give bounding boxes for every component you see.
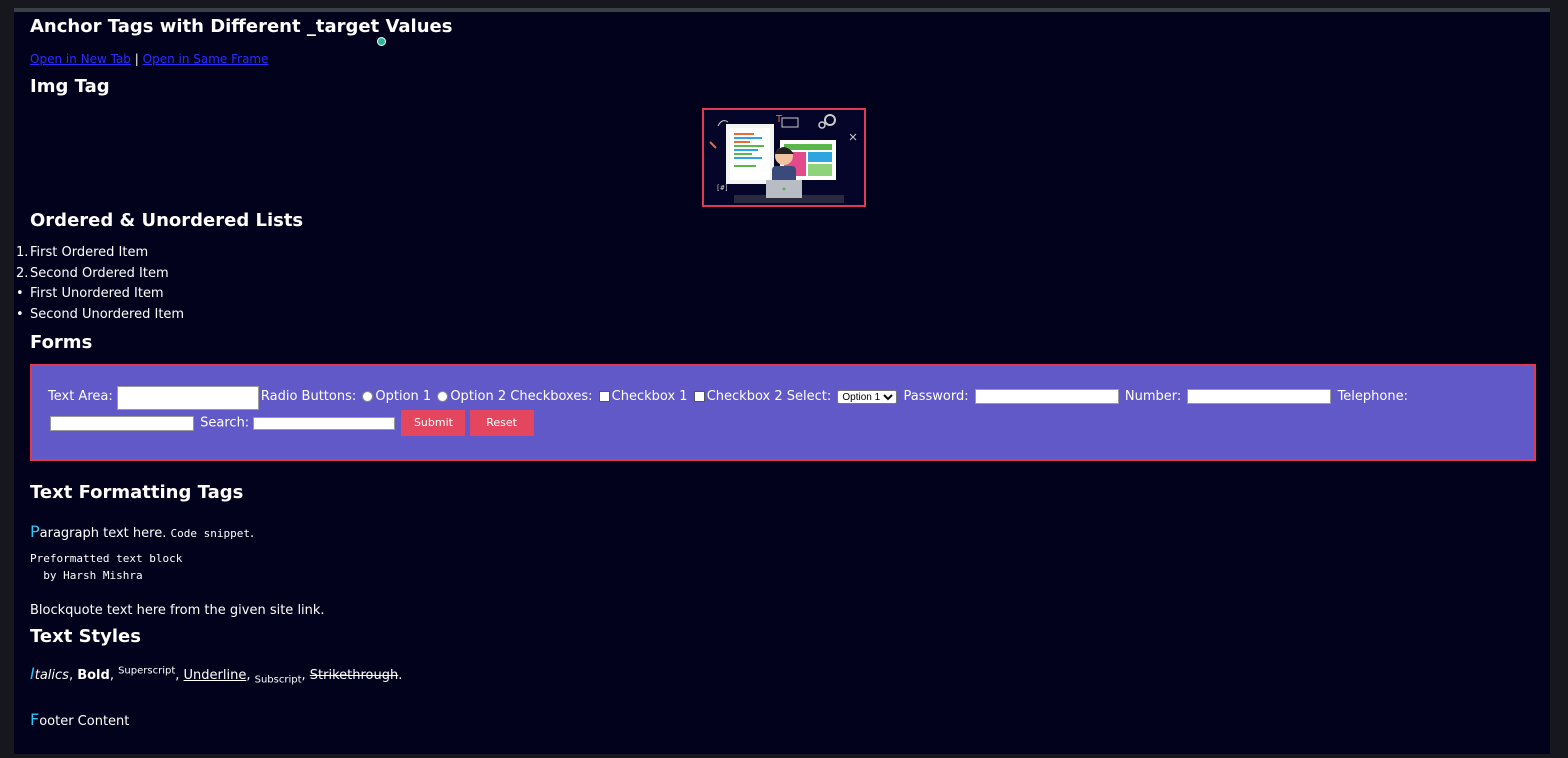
search-label: Search: [200, 415, 250, 431]
footer: Footer Content [30, 710, 129, 729]
svg-text:[#]: [#] [716, 184, 729, 192]
radio-buttons-label: Radio Buttons: [260, 389, 357, 404]
search-field[interactable] [253, 416, 396, 430]
link-separator: | [134, 52, 139, 66]
radio-option-2-label: Option 2 [450, 389, 507, 404]
preformatted-line-1: Preformatted text block [30, 552, 183, 565]
submit-button[interactable]: Submit [401, 410, 466, 436]
text-area-input[interactable] [116, 386, 259, 410]
drop-cap: P [30, 522, 40, 541]
checkboxes-label: Checkboxes: [510, 389, 593, 404]
mouse-cursor-icon [377, 37, 386, 46]
preformatted-line-2: by Harsh Mishra [30, 569, 143, 582]
heading-anchor-tags: Anchor Tags with Different _target Value… [30, 16, 453, 37]
list-item-text: First Unordered Item [30, 286, 164, 301]
heading-text-styles: Text Styles [30, 626, 141, 647]
list-item-text: Second Ordered Item [30, 265, 169, 281]
link-open-same-frame[interactable]: Open in Same Frame [143, 52, 269, 66]
option-select[interactable]: Option 1 [837, 389, 898, 404]
heading-lists: Ordered & Unordered Lists [30, 210, 304, 231]
heading-forms: Forms [30, 332, 93, 353]
reset-button[interactable]: Reset [469, 410, 534, 436]
list-item-text: Second Unordered Item [30, 306, 185, 322]
checkbox-2-label: Checkbox 2 [706, 389, 783, 404]
strikethrough-text: Strikethrough [309, 668, 399, 683]
checkbox-1-label: Checkbox 1 [611, 389, 688, 404]
number-field[interactable] [1187, 389, 1332, 404]
paragraph-text: aragraph text here. [39, 526, 167, 541]
password-field[interactable] [974, 389, 1119, 404]
number-label: Number: [1124, 389, 1182, 404]
superscript-text: Superscript [118, 665, 176, 677]
password-label: Password: [903, 389, 969, 404]
form-fields: Text Area: Radio Buttons: Option 1 Optio… [48, 384, 1518, 437]
developer-illustration-image: T [#] [702, 108, 866, 207]
checkbox-2[interactable] [693, 391, 705, 402]
link-open-new-tab[interactable]: Open in New Tab [30, 52, 131, 66]
demo-form: Text Area: Radio Buttons: Option 1 Optio… [30, 364, 1536, 461]
bullet-icon: • [16, 306, 24, 322]
list-item-text: First Ordered Item [30, 245, 149, 260]
list-marker: 1. [16, 245, 29, 260]
telephone-label: Telephone: [1337, 389, 1408, 404]
footer-drop-cap: F [30, 710, 40, 729]
subscript-text: Subscript [254, 674, 302, 686]
blockquote: Blockquote text here from the given site… [30, 603, 325, 618]
footer-text: ooter Content [39, 714, 130, 729]
text-area-label: Text Area: [48, 389, 113, 404]
radio-option-2[interactable] [437, 391, 449, 402]
checkbox-1[interactable] [598, 391, 610, 402]
bold-text: Bold [77, 668, 110, 683]
text-styles-line: Italics, Bold, Superscript, Underline, S… [30, 664, 403, 686]
developer-illustration-icon: T [#] [704, 110, 864, 205]
code-period: . [249, 526, 255, 541]
heading-text-formatting: Text Formatting Tags [30, 482, 244, 503]
preview-frame: Anchor Tags with Different _target Value… [14, 12, 1550, 754]
radio-option-1-label: Option 1 [375, 389, 432, 404]
select-label: Select: [786, 389, 832, 404]
bullet-icon: • [16, 286, 24, 301]
underline-text: Underline [183, 668, 247, 683]
list-marker: 2. [16, 265, 29, 281]
paragraph: Paragraph text here. Code snippet. [30, 522, 254, 541]
code-snippet: Code snippet [170, 527, 250, 540]
italic-text: talics [34, 668, 69, 683]
anchor-links: Open in New Tab | Open in Same Frame [30, 52, 269, 66]
radio-option-1[interactable] [362, 391, 374, 402]
heading-img-tag: Img Tag [30, 76, 110, 97]
telephone-field[interactable] [50, 415, 194, 431]
